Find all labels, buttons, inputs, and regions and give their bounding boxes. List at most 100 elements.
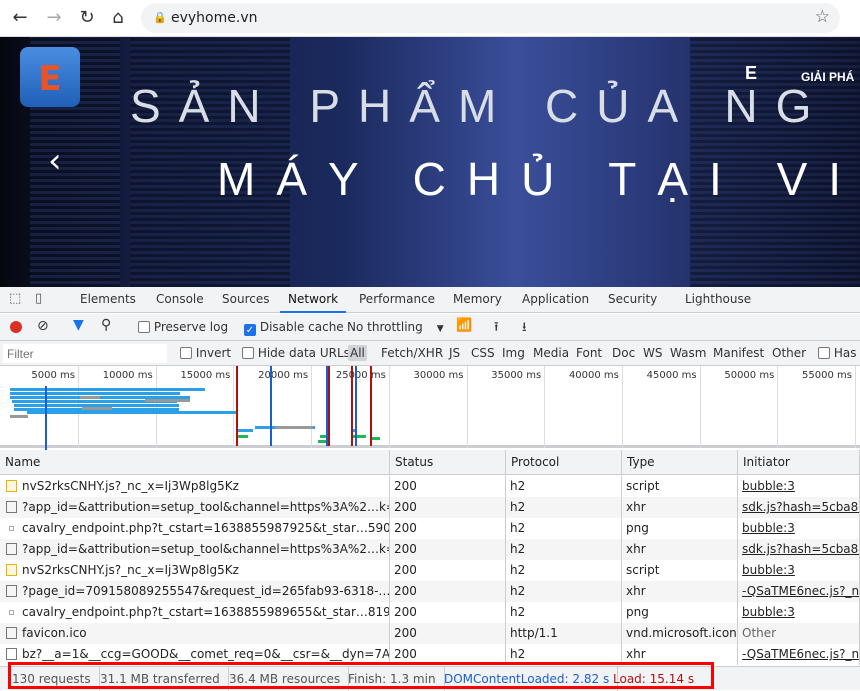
cell-initiator-text[interactable]: -QSaTME6nec.js?_nc_ (742, 647, 859, 661)
tab-performance[interactable]: Performance (359, 287, 435, 313)
table-header: Name Status Protocol Type Initiator (0, 450, 860, 475)
invert-checkbox[interactable]: Invert (180, 346, 231, 360)
slider-prev-icon[interactable]: ‹ (48, 141, 62, 181)
throttling-select[interactable]: No throttling ▼ (347, 320, 444, 334)
timeline-event-line (328, 366, 330, 446)
cell-status: 200 (390, 602, 506, 623)
cell-initiator-text[interactable]: bubble:3 (742, 563, 795, 577)
tab-sources[interactable]: Sources (222, 287, 269, 313)
cell-type: xhr (622, 539, 738, 560)
filter-bar: Invert Hide data URLs Has b All Fetch/XHR… (0, 341, 860, 366)
tab-lighthouse[interactable]: Lighthouse (685, 287, 751, 313)
cell-status: 200 (390, 518, 506, 539)
filter-type-media[interactable]: Media (531, 345, 571, 361)
document-file-icon (6, 648, 17, 660)
filter-type-wasm[interactable]: Wasm (668, 345, 708, 361)
import-har-icon[interactable]: ⭱ (494, 318, 499, 340)
filter-type-other[interactable]: Other (770, 345, 808, 361)
tab-elements[interactable]: Elements (80, 287, 136, 313)
column-header-name[interactable]: Name (0, 450, 390, 475)
cell-status: 200 (390, 623, 506, 644)
reload-icon[interactable]: ↻ (75, 6, 99, 30)
tab-network[interactable]: Network (280, 287, 347, 313)
filter-type-manifest[interactable]: Manifest (711, 345, 766, 361)
back-icon[interactable]: ← (8, 6, 32, 30)
table-row[interactable]: favicon.ico 200 http/1.1 vnd.microsoft.icon… (0, 623, 860, 644)
filter-type-css[interactable]: CSS (469, 345, 497, 361)
hide-data-urls-checkbox[interactable]: Hide data URLs (242, 346, 350, 360)
timeline-gridline (699, 366, 701, 448)
cell-initiator-text[interactable]: sdk.js?hash=5cba825. (742, 500, 859, 514)
cell-type: xhr (622, 497, 738, 518)
cell-initiator[interactable]: sdk.js?hash=5cba825. (738, 497, 860, 518)
disable-cache-checkbox[interactable]: ✓ Disable cache (244, 320, 344, 336)
clear-icon[interactable]: ⊘ (37, 318, 49, 334)
filter-type-font[interactable]: Font (574, 345, 604, 361)
forward-icon[interactable]: → (42, 6, 66, 30)
cell-name-text: nvS2rksCNHY.js?_nc_x=Ij3Wp8lg5Kz (22, 563, 239, 577)
table-row[interactable]: nvS2rksCNHY.js?_nc_x=Ij3Wp8lg5Kz 200 h2 scr… (0, 476, 860, 497)
star-icon[interactable]: ☆ (815, 7, 830, 27)
hero-banner: E E GIẢI PHÁ SẢN PHẨM CỦA NG MÁY CHỦ TẠI… (0, 37, 860, 287)
filter-icon[interactable]: ▼ (73, 317, 84, 333)
cell-initiator-text[interactable]: sdk.js?hash=5cba825. (742, 542, 859, 556)
cell-initiator[interactable]: -QSaTME6nec.js?_nc_ (738, 644, 860, 665)
cell-name: favicon.ico (0, 623, 390, 644)
timeline-tick-label: 40000 ms (568, 370, 619, 381)
cell-name-text: ?app_id=&attribution=setup_tool&channel=… (22, 500, 390, 514)
cell-status-text: 200 (394, 626, 417, 640)
table-row[interactable]: ?app_id=&attribution=setup_tool&channel=… (0, 497, 860, 518)
record-icon[interactable] (10, 321, 22, 333)
column-header-type[interactable]: Type (622, 450, 738, 475)
cell-initiator[interactable]: bubble:3 (738, 476, 860, 497)
cell-initiator-text[interactable]: -QSaTME6nec.js?_nc_ (742, 584, 859, 598)
cell-initiator[interactable]: bubble:3 (738, 602, 860, 623)
search-icon[interactable]: ⚲ (101, 317, 111, 333)
table-row[interactable]: ?app_id=&attribution=setup_tool&channel=… (0, 539, 860, 560)
table-row[interactable]: cavalry_endpoint.php?t_cstart=1638855989… (0, 602, 860, 623)
has-blocked-checkbox[interactable]: Has b (818, 346, 860, 360)
table-row[interactable]: ?page_id=709158089255547&request_id=265f… (0, 581, 860, 602)
cell-initiator[interactable]: bubble:3 (738, 560, 860, 581)
address-bar[interactable]: 🔒 evyhome.vn ☆ (141, 3, 840, 33)
device-toolbar-icon[interactable]: ▯ (35, 291, 42, 306)
preserve-log-checkbox[interactable]: Preserve log (138, 320, 228, 334)
tab-memory[interactable]: Memory (453, 287, 502, 313)
cell-protocol: h2 (506, 476, 622, 497)
timeline-tick-label: 55000 ms (802, 370, 852, 381)
cell-type: xhr (622, 581, 738, 602)
cell-initiator[interactable]: -QSaTME6nec.js?_nc_ (738, 581, 860, 602)
cell-name-text: cavalry_endpoint.php?t_cstart=1638855989… (22, 605, 390, 619)
filter-type-js[interactable]: JS (447, 345, 462, 361)
filter-type-fetch-xhr[interactable]: Fetch/XHR (379, 345, 445, 361)
cell-initiator[interactable]: sdk.js?hash=5cba825. (738, 539, 860, 560)
cell-protocol: h2 (506, 539, 622, 560)
column-header-initiator[interactable]: Initiator (738, 450, 860, 475)
filter-type-ws[interactable]: WS (641, 345, 664, 361)
inspect-element-icon[interactable]: ⬚ (9, 291, 21, 306)
timeline-event-line (355, 366, 357, 446)
home-icon[interactable]: ⌂ (106, 6, 130, 30)
column-header-status[interactable]: Status (390, 450, 506, 475)
cell-initiator-text[interactable]: bubble:3 (742, 605, 795, 619)
filter-input[interactable] (3, 344, 167, 363)
filter-type-img[interactable]: Img (500, 345, 527, 361)
filter-type-doc[interactable]: Doc (610, 345, 637, 361)
cell-name: ?page_id=709158089255547&request_id=265f… (0, 581, 390, 602)
site-logo[interactable]: E (20, 47, 80, 107)
table-row[interactable]: nvS2rksCNHY.js?_nc_x=Ij3Wp8lg5Kz 200 h2 scr… (0, 560, 860, 581)
filter-type-all[interactable]: All (348, 345, 367, 361)
document-file-icon (6, 585, 17, 597)
export-har-icon[interactable]: ⭳ (522, 318, 527, 340)
column-header-protocol[interactable]: Protocol (506, 450, 622, 475)
table-row[interactable]: cavalry_endpoint.php?t_cstart=1638855987… (0, 518, 860, 539)
timeline-event-line (370, 366, 372, 446)
cell-initiator[interactable]: bubble:3 (738, 518, 860, 539)
tab-security[interactable]: Security (608, 287, 657, 313)
network-overview-timeline[interactable]: 5000 ms 10000 ms 15000 ms 20000 ms 25000 ms 3… (0, 366, 860, 466)
tab-application[interactable]: Application (522, 287, 589, 313)
tab-console[interactable]: Console (156, 287, 204, 313)
cell-initiator-text[interactable]: bubble:3 (742, 521, 795, 535)
network-conditions-icon[interactable]: 📶 (456, 318, 472, 333)
cell-initiator-text[interactable]: bubble:3 (742, 479, 795, 493)
